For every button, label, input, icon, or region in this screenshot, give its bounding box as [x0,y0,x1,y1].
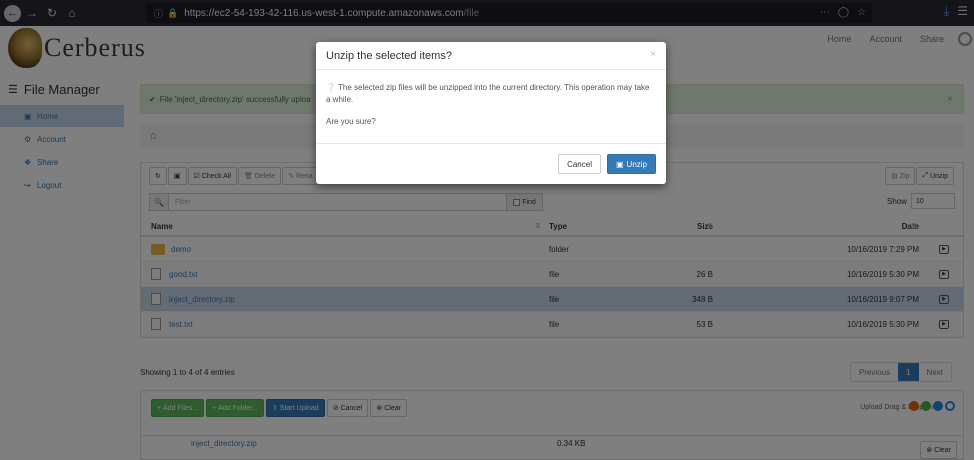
modal-question: Are you sure? [326,117,376,126]
modal-title: Unzip the selected items? [326,49,452,62]
unzip-button-label: Unzip [626,159,647,169]
unzip-button[interactable]: ▣ Unzip [606,154,656,174]
unzip-confirm-dialog: Unzip the selected items? × ❔ The select… [316,42,666,184]
modal-header: Unzip the selected items? × [316,42,666,70]
modal-footer: Cancel ▣ Unzip [558,154,656,174]
unzip-icon: ▣ [615,159,624,169]
question-circle-icon: ❔ [326,83,339,92]
cancel-button[interactable]: Cancel [558,154,601,174]
modal-body: ❔ The selected zip files will be unzippe… [316,70,666,144]
modal-message-text: The selected zip files will be unzipped … [326,83,650,104]
close-icon[interactable]: × [650,49,656,60]
modal-message: ❔ The selected zip files will be unzippe… [326,82,656,106]
